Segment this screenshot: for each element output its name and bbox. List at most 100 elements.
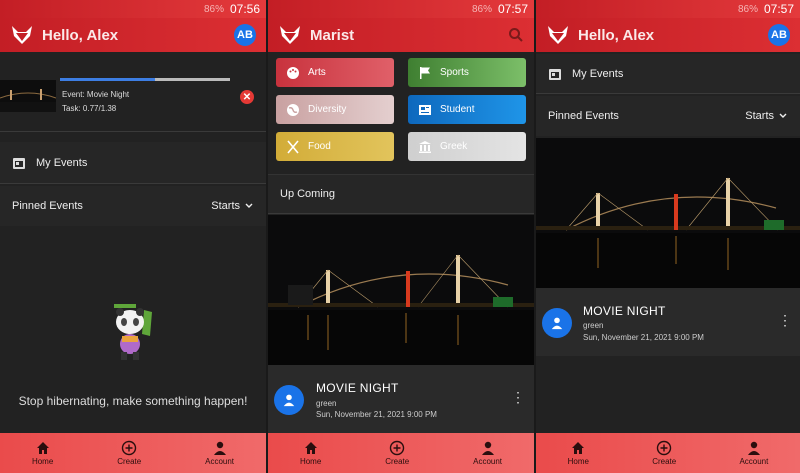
home-icon	[304, 442, 317, 454]
status-bar: 86% 07:57	[268, 0, 534, 18]
home-screen-uploading: 86% 07:56 Hello, Alex AB Event: Movie Ni…	[0, 0, 266, 473]
home-icon	[572, 442, 585, 454]
nav-home[interactable]: Home	[32, 440, 53, 466]
event-title: MOVIE NIGHT	[583, 304, 666, 318]
upload-progress-fill	[60, 78, 155, 81]
category-sports-button[interactable]: Sports	[408, 58, 526, 87]
greeting-title: Hello, Alex	[42, 26, 119, 44]
nav-account-label: Account	[473, 457, 503, 466]
status-clock: 07:56	[229, 2, 260, 16]
utensils-icon	[287, 139, 299, 154]
status-clock: 07:57	[763, 2, 794, 16]
nav-create[interactable]: Create	[117, 440, 141, 466]
page-title: Marist	[310, 26, 355, 44]
home-icon	[36, 442, 49, 454]
my-events-label: My Events	[36, 156, 88, 169]
status-bar: 86% 07:56	[0, 0, 266, 18]
category-label: Arts	[308, 67, 326, 78]
nav-home[interactable]: Home	[568, 440, 589, 466]
category-student-button[interactable]: Student	[408, 95, 526, 124]
pinned-events-label: Pinned Events	[548, 110, 619, 122]
event-photo[interactable]	[536, 138, 800, 288]
sort-label: Starts	[745, 110, 774, 122]
event-date: Sun, November 21, 2021 9:00 PM	[583, 333, 704, 342]
category-diversity-button[interactable]: Diversity	[276, 95, 394, 124]
nav-home[interactable]: Home	[300, 440, 321, 466]
more-options-icon[interactable]: ⋮	[511, 390, 525, 404]
app-bar: Hello, Alex AB	[536, 18, 800, 52]
event-card[interactable]: MOVIE NIGHT green Sun, November 21, 2021…	[268, 365, 534, 433]
category-label: Food	[308, 141, 331, 152]
panda-illustration-icon	[114, 304, 152, 360]
nav-home-label: Home	[567, 457, 589, 466]
cancel-upload-button[interactable]: ✕	[240, 90, 254, 104]
chevron-down-icon	[779, 113, 787, 118]
person-icon	[213, 441, 226, 455]
palette-icon	[287, 66, 299, 79]
bottom-navigation: Home Create Account	[268, 433, 534, 473]
sort-dropdown[interactable]: Starts	[745, 110, 788, 122]
newspaper-icon	[419, 104, 431, 115]
event-photo[interactable]	[268, 215, 534, 365]
sort-dropdown[interactable]: Starts	[211, 200, 254, 212]
pinned-events-label: Pinned Events	[12, 200, 83, 212]
event-card[interactable]: MOVIE NIGHT green Sun, November 21, 2021…	[536, 288, 800, 356]
pinned-events-row: Pinned Events Starts	[0, 186, 266, 226]
add-circle-icon	[122, 440, 137, 456]
nav-account-label: Account	[739, 457, 769, 466]
calendar-icon	[549, 68, 561, 80]
empty-state-message: Stop hibernating, make something happen!	[18, 394, 248, 408]
fox-logo-icon	[548, 26, 568, 44]
add-circle-icon	[656, 440, 672, 456]
battery-level: 86%	[737, 3, 758, 15]
event-subtitle: green	[316, 399, 337, 408]
marist-explore-screen: 86% 07:57 Marist Arts Sports Diversity S…	[268, 0, 534, 473]
category-greek-button[interactable]: Greek	[408, 132, 526, 161]
category-label: Student	[440, 104, 475, 115]
nav-home-label: Home	[299, 457, 322, 466]
bottom-navigation: Home Create Account	[0, 433, 266, 473]
chevron-down-icon	[245, 203, 253, 208]
upcoming-label: Up Coming	[280, 188, 336, 200]
nav-account[interactable]: Account	[473, 440, 502, 466]
nav-create[interactable]: Create	[385, 440, 409, 466]
category-food-button[interactable]: Food	[276, 132, 394, 161]
my-events-row[interactable]: My Events	[0, 142, 266, 184]
category-label: Greek	[440, 141, 468, 152]
user-avatar[interactable]: AB	[234, 24, 256, 46]
screens-container: 86% 07:56 Hello, Alex AB Event: Movie Ni…	[0, 0, 800, 473]
sort-label: Starts	[211, 200, 240, 212]
event-subtitle: green	[583, 321, 604, 330]
upload-event-label: Event: Movie Night	[62, 90, 130, 99]
event-thumbnail	[0, 80, 57, 112]
calendar-icon	[13, 157, 25, 169]
event-date: Sun, November 21, 2021 9:00 PM	[316, 410, 437, 419]
category-label: Diversity	[308, 104, 347, 115]
fox-logo-icon	[12, 26, 32, 44]
category-arts-button[interactable]: Arts	[276, 58, 394, 87]
add-circle-icon	[390, 440, 405, 456]
event-organizer-avatar	[274, 385, 304, 415]
nav-create[interactable]: Create	[652, 440, 676, 466]
globe-icon	[287, 103, 299, 116]
columns-icon	[419, 140, 431, 153]
search-icon[interactable]	[508, 27, 524, 43]
person-icon	[481, 441, 494, 455]
event-organizer-avatar	[542, 308, 572, 338]
app-bar: Hello, Alex AB	[0, 18, 266, 52]
more-options-icon[interactable]: ⋮	[778, 313, 792, 327]
user-avatar[interactable]: AB	[768, 24, 790, 46]
bottom-navigation: Home Create Account	[536, 433, 800, 473]
upload-task-label: Task: 0.77/1.38	[62, 104, 117, 113]
person-icon	[747, 441, 760, 455]
upload-progress-bar	[60, 78, 230, 81]
my-events-label: My Events	[572, 67, 624, 80]
my-events-row[interactable]: My Events	[536, 54, 800, 94]
person-icon	[283, 394, 295, 407]
status-clock: 07:57	[497, 2, 528, 16]
nav-account[interactable]: Account	[205, 440, 234, 466]
greeting-title: Hello, Alex	[578, 26, 655, 44]
battery-level: 86%	[471, 3, 492, 15]
nav-account[interactable]: Account	[739, 440, 768, 466]
nav-home-label: Home	[31, 457, 54, 466]
